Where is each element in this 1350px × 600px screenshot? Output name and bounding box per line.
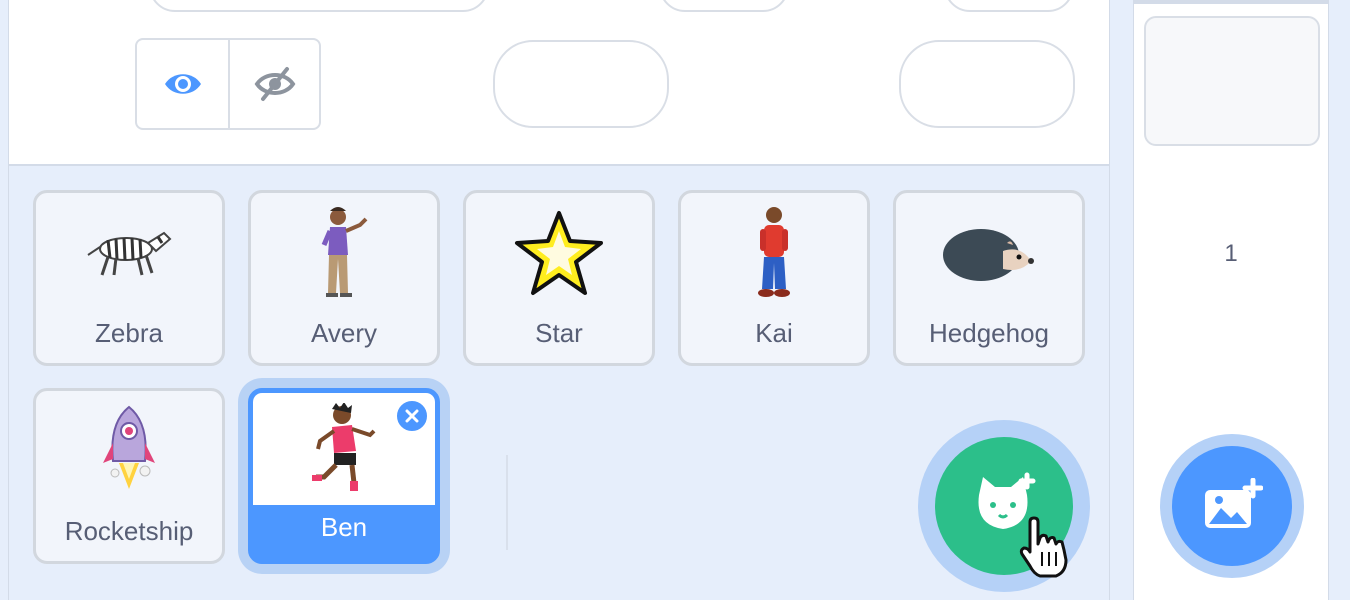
x-field[interactable]	[659, 0, 789, 12]
avery-icon	[251, 193, 437, 313]
hand-cursor-icon	[1019, 516, 1068, 578]
visibility-toggle	[135, 38, 321, 130]
sprite-name: Ben	[320, 512, 368, 542]
choose-backdrop-button[interactable]	[1172, 446, 1292, 566]
sprite-name: Zebra	[95, 318, 163, 348]
sprite-info-pane	[8, 0, 1110, 166]
sprite-name: Rocketship	[64, 516, 194, 546]
sprite-tile-ben[interactable]: Ben	[248, 388, 440, 564]
sprite-tile-zebra[interactable]: Zebra	[33, 190, 225, 366]
drop-divider	[506, 455, 508, 550]
eye-slash-icon	[254, 67, 295, 101]
backdrop-count: 1	[1224, 240, 1238, 267]
y-field[interactable]	[944, 0, 1074, 12]
size-field[interactable]	[493, 40, 669, 128]
sprite-tile-rocketship[interactable]: Rocketship	[33, 388, 225, 564]
stage-thumbnail[interactable]	[1144, 16, 1320, 146]
sprite-name: Star	[535, 318, 583, 348]
sprite-name: Kai	[755, 318, 793, 348]
kai-icon	[681, 193, 867, 313]
stage-selector: 1	[1133, 0, 1329, 600]
sprite-tile-star[interactable]: Star	[463, 190, 655, 366]
sprite-tile-avery[interactable]: Avery	[248, 190, 440, 366]
zebra-icon	[36, 193, 222, 313]
delete-sprite-button[interactable]	[395, 399, 429, 433]
star-icon	[466, 193, 652, 313]
hide-button[interactable]	[228, 40, 319, 128]
close-icon	[405, 409, 419, 423]
sprite-tile-hedgehog[interactable]: Hedgehog	[893, 190, 1085, 366]
image-plus-icon	[1205, 478, 1263, 528]
show-button[interactable]	[137, 40, 228, 128]
eye-icon	[164, 74, 201, 94]
sprite-name-field[interactable]	[149, 0, 489, 12]
rocketship-icon	[36, 391, 222, 511]
stage-header-border	[1134, 0, 1328, 4]
hedgehog-icon	[896, 193, 1082, 313]
direction-field[interactable]	[899, 40, 1075, 128]
sprite-name: Avery	[311, 318, 377, 348]
sprite-tile-kai[interactable]: Kai	[678, 190, 870, 366]
sprite-name: Hedgehog	[929, 318, 1049, 348]
